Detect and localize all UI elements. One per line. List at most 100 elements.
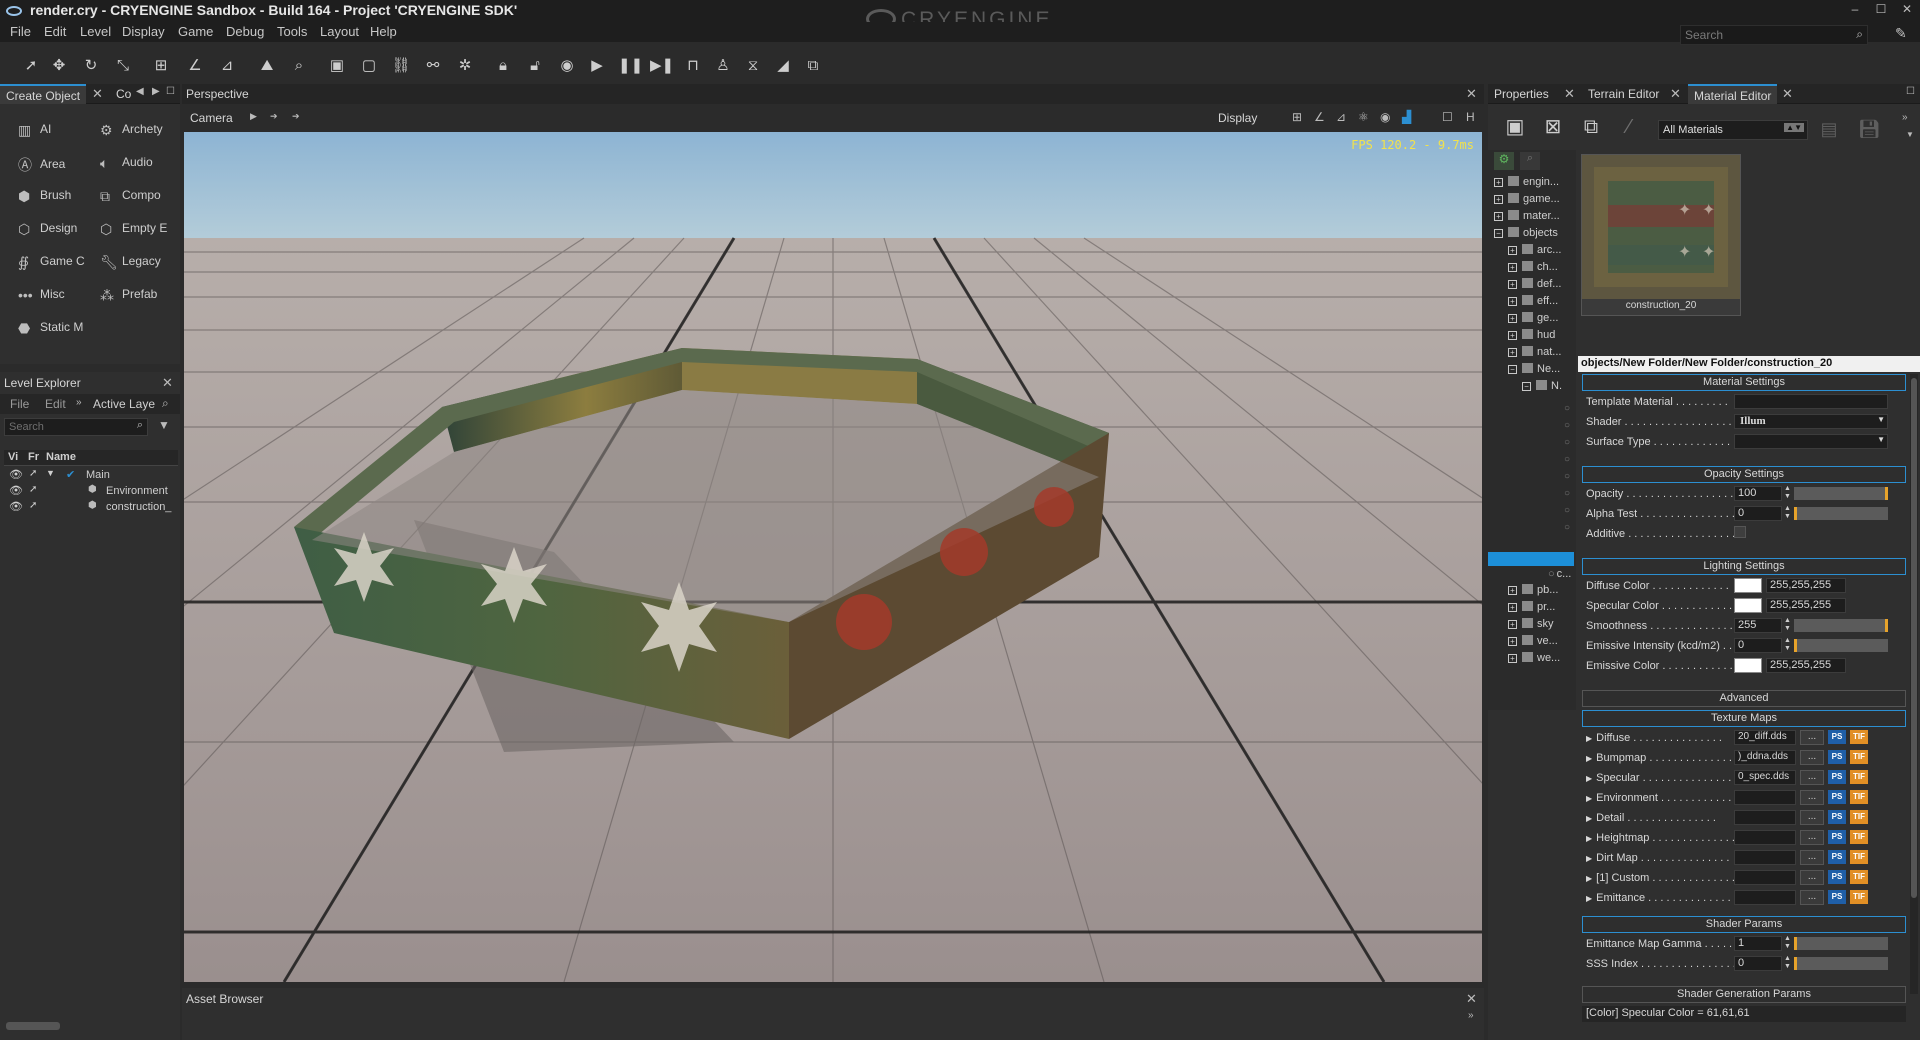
create-ai-button[interactable]: ▥ AI (18, 122, 51, 138)
surface-type-select[interactable]: ▼ (1734, 434, 1888, 449)
shader-select[interactable]: Illum ▼ (1734, 414, 1888, 429)
helper-icon[interactable]: ⚛ (1358, 110, 1369, 124)
snap-angle-icon[interactable]: ∠ (184, 55, 206, 77)
photoshop-icon[interactable]: PS (1828, 810, 1846, 824)
material-settings-header[interactable]: Material Settings (1582, 374, 1906, 391)
menu-edit[interactable]: Edit (44, 24, 66, 39)
tab-scroll-right-icon[interactable]: ▶ (152, 86, 160, 97)
expand-icon[interactable]: » (1468, 1010, 1474, 1021)
texture-path-input[interactable] (1734, 870, 1796, 885)
tree-item[interactable]: + pb... (1508, 584, 1558, 596)
viewport-canvas[interactable]: FPS 120.2 - 9.7ms (184, 132, 1482, 982)
visible-eye-icon[interactable]: 👁︎ (9, 484, 23, 497)
opacity-slider[interactable] (1794, 487, 1888, 500)
layout-icon[interactable]: ⊓ (682, 55, 704, 77)
material-preview[interactable]: ✦ ✦ ✦ ✦ construction_20 (1581, 154, 1741, 316)
float-icon[interactable]: ☐ (166, 86, 175, 97)
create-brush-button[interactable]: ⬢ Brush (18, 188, 71, 204)
close-icon[interactable]: ✕ (1898, 2, 1916, 18)
tree-item[interactable]: + mater... (1494, 210, 1560, 222)
cursor-icon[interactable]: ➚ (29, 468, 37, 479)
tree-item[interactable]: − objects (1494, 227, 1558, 239)
tree-item[interactable]: + sky (1508, 618, 1554, 630)
expand-arrow-icon[interactable]: ▶ (1586, 814, 1592, 823)
specular-color-input[interactable]: 255,255,255 (1766, 598, 1846, 613)
texture-path-input[interactable]: 20_diff.dds (1734, 730, 1796, 745)
create-area-button[interactable]: Ⓐ Area (18, 155, 65, 173)
tab-material-editor[interactable]: Material Editor (1688, 84, 1778, 104)
save-icon[interactable]: 💾︎ (1858, 118, 1881, 140)
terrain-snap-icon[interactable]: ⛰ (256, 55, 278, 77)
maximize-icon[interactable]: ☐ (1872, 2, 1890, 18)
close-icon[interactable]: ✕ (1782, 86, 1793, 102)
additive-checkbox[interactable] (1734, 526, 1746, 538)
advanced-header[interactable]: Advanced (1582, 690, 1906, 707)
browse-button[interactable]: ... (1800, 790, 1824, 805)
scrollbar-thumb[interactable] (1911, 378, 1917, 898)
texture-path-input[interactable] (1734, 890, 1796, 905)
texture-maps-header[interactable]: Texture Maps (1582, 710, 1906, 727)
expand-arrow-icon[interactable]: ▶ (1586, 754, 1592, 763)
create-legacy-button[interactable]: 🔧︎ Legacy (100, 254, 161, 270)
move-tool-icon[interactable]: ✥ (48, 55, 70, 77)
photoshop-icon[interactable]: PS (1828, 730, 1846, 744)
shader-params-header[interactable]: Shader Params (1582, 916, 1906, 933)
physics-icon[interactable]: ✲ (454, 55, 476, 77)
le-menu-edit[interactable]: Edit (45, 397, 66, 411)
select-tool-icon[interactable]: ➚ (20, 55, 42, 77)
minimize-icon[interactable]: – (1846, 2, 1864, 18)
tree-item[interactable]: + nat... (1508, 346, 1561, 358)
texture-path-input[interactable] (1734, 830, 1796, 845)
tree-item[interactable]: + def... (1508, 278, 1561, 290)
spinner-icon[interactable]: ▲ ▼ (1784, 955, 1791, 971)
tree-filter-icon[interactable]: ⚙ (1494, 152, 1514, 170)
menu-help[interactable]: Help (370, 24, 397, 39)
camera-icon[interactable]: ◉ (556, 55, 578, 77)
tree-item[interactable]: + hud (1508, 329, 1555, 341)
create-misc-button[interactable]: ••• Misc (18, 287, 65, 303)
tiff-icon[interactable]: TIF (1850, 810, 1868, 824)
browse-button[interactable]: ... (1800, 890, 1824, 905)
ungroup-icon[interactable]: ▢ (358, 55, 380, 77)
expand-arrow-icon[interactable]: ▶ (1586, 854, 1592, 863)
diffuse-color-input[interactable]: 255,255,255 (1766, 578, 1846, 593)
create-prefab-button[interactable]: ⁂ Prefab (100, 287, 157, 303)
expand-arrow-icon[interactable]: ▶ (1586, 874, 1592, 883)
tab-create-object[interactable]: Create Object (0, 84, 87, 104)
smoothness-slider[interactable] (1794, 619, 1888, 632)
menu-layout[interactable]: Layout (320, 24, 359, 39)
menu-display[interactable]: Display (122, 24, 165, 39)
texture-path-input[interactable]: )_ddna.dds (1734, 750, 1796, 765)
menu-debug[interactable]: Debug (226, 24, 264, 39)
emittance-gamma-input[interactable]: 1 (1734, 936, 1782, 951)
browse-button[interactable]: ... (1800, 810, 1824, 825)
resolution-icon[interactable]: ▟ (1402, 110, 1411, 124)
alpha-test-slider[interactable] (1794, 507, 1888, 520)
photoshop-icon[interactable]: PS (1828, 850, 1846, 864)
tree-item[interactable]: ○ c... (1548, 568, 1571, 580)
le-active-layer[interactable]: Active Laye (93, 397, 155, 411)
photoshop-icon[interactable]: PS (1828, 870, 1846, 884)
opacity-input[interactable]: 100 (1734, 486, 1782, 501)
unlock-icon[interactable]: 🔓︎ (524, 55, 546, 77)
spinner-icon[interactable]: ▲ ▼ (1784, 935, 1791, 951)
chart-icon[interactable]: ⊿ (1336, 110, 1346, 124)
rotate-tool-icon[interactable]: ↻ (80, 55, 102, 77)
properties-scrollbar[interactable] (1910, 374, 1918, 994)
delete-material-icon[interactable]: ⊠ (1542, 116, 1564, 138)
find-icon[interactable]: ⌕ (288, 55, 310, 77)
table-row[interactable]: 👁︎ ➚ ⬢ construction_ (4, 500, 178, 516)
search-icon[interactable]: ⌕ (162, 396, 169, 411)
close-icon[interactable]: ✕ (1670, 86, 1681, 102)
close-icon[interactable]: ✕ (92, 86, 103, 102)
lighting-settings-header[interactable]: Lighting Settings (1582, 558, 1906, 575)
dropdown-arrow-icon[interactable]: ▼ (1906, 130, 1914, 139)
tiff-icon[interactable]: TIF (1850, 730, 1868, 744)
photoshop-icon[interactable]: PS (1828, 770, 1846, 784)
trackview-icon[interactable]: ⧖ (742, 55, 764, 77)
browse-button[interactable]: ... (1800, 730, 1824, 745)
shader-generation-header[interactable]: Shader Generation Params (1582, 986, 1906, 1003)
new-material-icon[interactable]: ▣ (1504, 116, 1526, 138)
photoshop-icon[interactable]: PS (1828, 830, 1846, 844)
create-static-mesh-button[interactable]: ⬣ Static M (18, 320, 83, 336)
